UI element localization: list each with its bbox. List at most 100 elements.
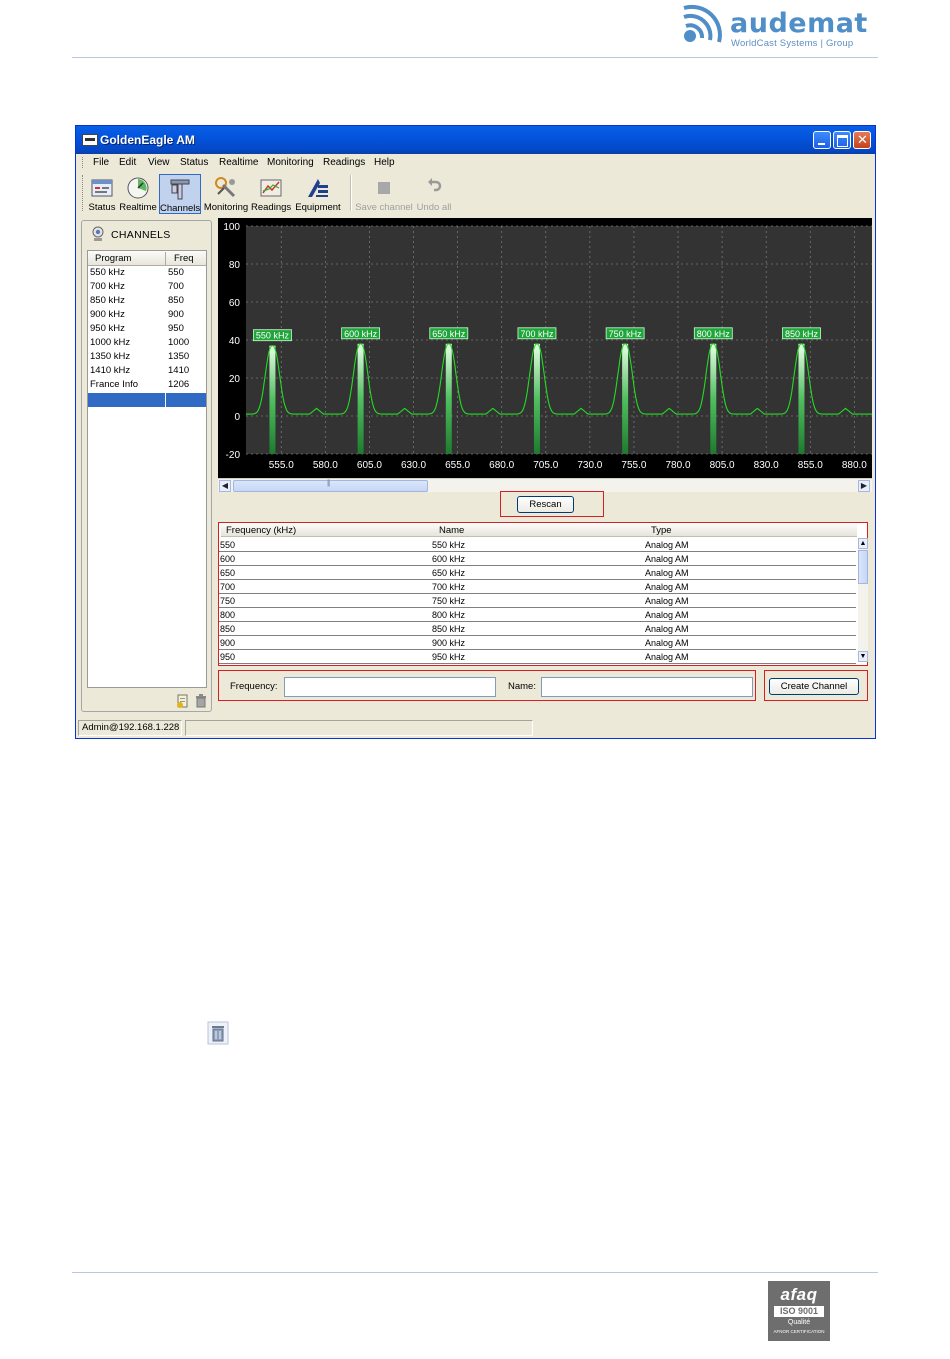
equipment-tool-label: Equipment	[295, 202, 341, 213]
menu-view[interactable]: View	[148, 157, 170, 168]
channel-row[interactable]: 1410 kHz 1410	[88, 364, 206, 378]
table-row[interactable]: 800 800 kHz Analog AM	[219, 608, 856, 622]
status-tool-label: Status	[88, 202, 116, 213]
scroll-down-icon[interactable]: ▼	[858, 651, 868, 662]
afaq-iso-certification-logo: afaq ISO 9001 Qualité AFNOR CERTIFICATIO…	[768, 1281, 830, 1341]
header-rule	[72, 57, 878, 58]
cert-quality: Qualité	[787, 1319, 811, 1326]
channel-row[interactable]: France Info 1206	[88, 378, 206, 392]
channel-row[interactable]: 550 kHz 550	[88, 266, 206, 280]
scroll-right-icon[interactable]: ▶	[858, 480, 870, 492]
x-tick-label: 755.0	[621, 460, 646, 471]
equipment-tool-button[interactable]: Equipment	[294, 174, 342, 214]
realtime-tool-button[interactable]: Realtime	[118, 174, 158, 214]
table-row[interactable]: 750 750 kHz Analog AM	[219, 594, 856, 608]
table-row[interactable]: 950 950 kHz Analog AM	[219, 650, 856, 664]
y-tick-label: 100	[223, 222, 240, 233]
spectrum-horizontal-scrollbar[interactable]: ◀ ▶	[218, 478, 872, 492]
channel-program: 1000 kHz	[90, 337, 131, 348]
row-frequency: 850	[220, 624, 236, 634]
table-row[interactable]: 850 850 kHz Analog AM	[219, 622, 856, 636]
freq-column-header[interactable]: Freq	[174, 253, 194, 264]
column-separator	[165, 393, 166, 407]
frequency-input[interactable]	[284, 677, 496, 697]
channel-program: 950 kHz	[90, 323, 125, 334]
row-type: Analog AM	[645, 624, 689, 634]
channel-row[interactable]: 950 kHz 950	[88, 322, 206, 336]
status-tool-button[interactable]: Status	[86, 174, 118, 214]
monitoring-tool-button[interactable]: Monitoring	[203, 174, 249, 214]
scroll-up-icon[interactable]: ▲	[858, 538, 868, 549]
name-input[interactable]	[541, 677, 753, 697]
x-tick-label: 830.0	[754, 460, 779, 471]
table-vertical-scrollbar[interactable]: ▲ ▼	[858, 538, 868, 662]
spectrum-chart[interactable]: 100 80 60 40 20 0 -20 555.0 580.0 605.0 630.0 655.0…	[218, 218, 872, 478]
plot-area	[246, 226, 872, 454]
channel-row[interactable]: 700 kHz 700	[88, 280, 206, 294]
undo-all-button[interactable]: Undo all	[415, 174, 453, 214]
x-tick-label: 855.0	[798, 460, 823, 471]
delete-channel-icon[interactable]	[194, 693, 208, 708]
row-name: 900 kHz	[432, 638, 466, 648]
menu-realtime[interactable]: Realtime	[219, 157, 258, 168]
channel-row[interactable]: 1350 kHz 1350	[88, 350, 206, 364]
program-column-header[interactable]: Program	[95, 253, 131, 264]
channels-icon	[170, 179, 190, 200]
x-tick-label: 780.0	[666, 460, 691, 471]
minimize-button[interactable]	[813, 131, 831, 149]
menu-monitoring[interactable]: Monitoring	[267, 157, 314, 168]
rescan-button[interactable]: Rescan	[517, 496, 574, 513]
new-channel-icon[interactable]	[176, 693, 190, 708]
channels-tool-button[interactable]: Channels	[159, 174, 201, 214]
channel-freq: 1000	[168, 337, 190, 348]
menu-help[interactable]: Help	[374, 157, 395, 168]
monitoring-tool-label: Monitoring	[203, 202, 249, 213]
status-icon	[91, 179, 113, 197]
channel-row-new-selected[interactable]	[88, 393, 206, 407]
menu-status[interactable]: Status	[180, 157, 208, 168]
toolbar-separator	[350, 175, 352, 211]
table-row[interactable]: 600 600 kHz Analog AM	[219, 552, 856, 566]
channel-row[interactable]: 1000 kHz 1000	[88, 336, 206, 350]
channel-row[interactable]: 900 kHz 900	[88, 308, 206, 322]
channel-row[interactable]: 850 kHz 850	[88, 294, 206, 308]
channel-program: 900 kHz	[90, 309, 125, 320]
scroll-thumb[interactable]	[233, 480, 428, 492]
title-bar[interactable]: GoldenEagle AM ✕	[76, 126, 875, 154]
peak-bar	[533, 343, 540, 454]
row-frequency: 550	[220, 540, 236, 550]
row-frequency: 800	[220, 610, 236, 620]
channel-program: 1410 kHz	[90, 365, 131, 376]
table-row[interactable]: 550 550 kHz Analog AM	[219, 538, 856, 552]
toolbar-grip	[82, 175, 84, 211]
row-name: 850 kHz	[432, 624, 466, 634]
save-channel-button[interactable]: Save channel	[355, 174, 413, 214]
y-tick-label: 0	[234, 412, 240, 423]
logo-wordmark: audemat	[730, 8, 868, 39]
peak-bar	[798, 343, 805, 454]
name-column-header[interactable]: Name	[439, 525, 464, 536]
menu-file[interactable]: File	[93, 157, 109, 168]
create-channel-button[interactable]: Create Channel	[769, 678, 859, 695]
channel-freq: 1410	[168, 365, 190, 376]
table-row[interactable]: 900 900 kHz Analog AM	[219, 636, 856, 650]
row-type: Analog AM	[645, 582, 689, 592]
table-row[interactable]: 700 700 kHz Analog AM	[219, 580, 856, 594]
peak-label: 700 kHz	[520, 329, 554, 339]
channel-program: 1350 kHz	[90, 351, 131, 362]
monitoring-icon	[215, 177, 236, 198]
type-column-header[interactable]: Type	[651, 525, 672, 536]
x-tick-label: 680.0	[489, 460, 514, 471]
menu-readings[interactable]: Readings	[323, 157, 365, 168]
close-button[interactable]: ✕	[853, 131, 871, 149]
menu-edit[interactable]: Edit	[119, 157, 136, 168]
scroll-left-icon[interactable]: ◀	[219, 480, 231, 492]
peak-label: 800 kHz	[697, 329, 731, 339]
window-title: GoldenEagle AM	[100, 133, 195, 147]
table-row[interactable]: 650 650 kHz Analog AM	[219, 566, 856, 580]
x-tick-label: 705.0	[533, 460, 558, 471]
maximize-button[interactable]	[833, 131, 851, 149]
table-scroll-thumb[interactable]	[858, 550, 868, 584]
readings-tool-button[interactable]: Readings	[251, 174, 291, 214]
frequency-column-header[interactable]: Frequency (kHz)	[226, 525, 296, 536]
